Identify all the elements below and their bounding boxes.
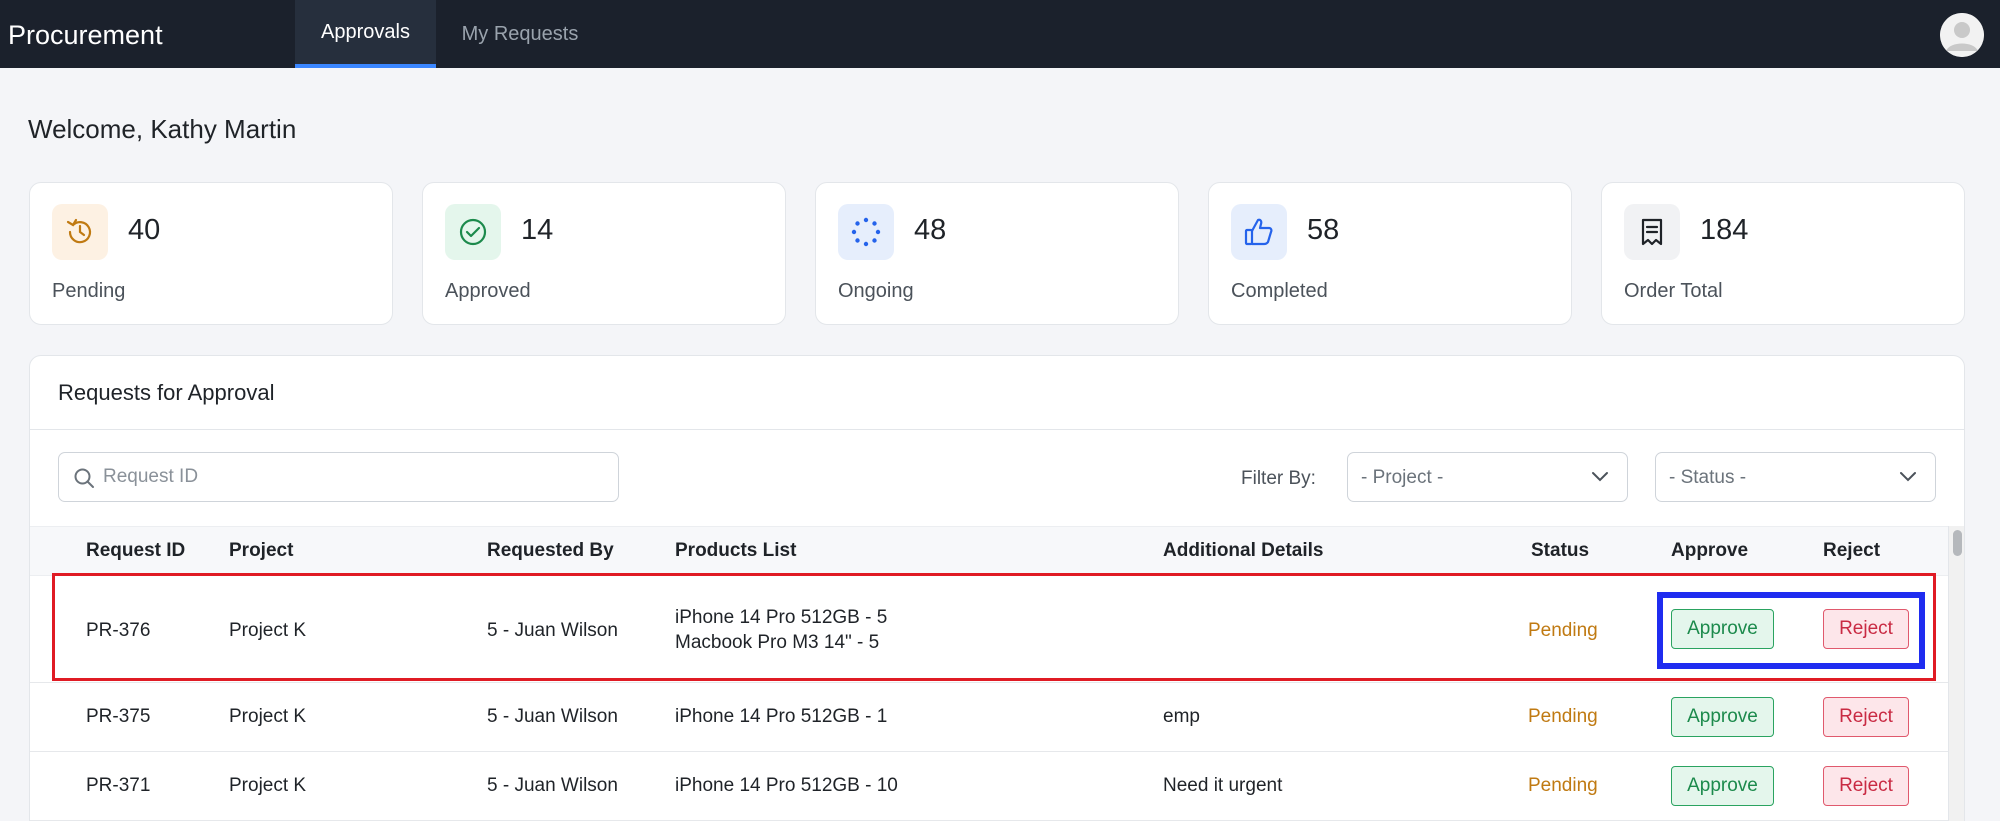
cell-request-id: PR-375 (86, 706, 151, 727)
col-request-id[interactable]: Request ID (86, 540, 185, 562)
cell-project: Project K (229, 706, 307, 727)
stat-value: 58 (1307, 214, 1340, 246)
user-avatar-icon (1940, 13, 1984, 57)
project-select-value: - Project - (1361, 467, 1444, 488)
filter-label: Filter By: (1241, 468, 1316, 489)
table-row[interactable]: PR-375 Project K 5 - Juan Wilson iPhone … (30, 683, 1948, 752)
thumbs-up-icon (1231, 204, 1287, 260)
cell-request-id: PR-371 (86, 775, 151, 796)
stat-label: Order Total (1624, 280, 1723, 302)
panel-divider (30, 429, 1964, 430)
cell-status: Pending (1528, 775, 1598, 796)
cell-product: iPhone 14 Pro 512GB - 1 (675, 706, 888, 727)
table-row[interactable]: PR-371 Project K 5 - Juan Wilson iPhone … (30, 752, 1948, 821)
cell-additional-details: emp (1163, 706, 1200, 727)
status-select-value: - Status - (1669, 467, 1747, 488)
avatar[interactable] (1940, 13, 1984, 57)
stat-value: 14 (521, 214, 554, 246)
loading-dots-icon (838, 204, 894, 260)
tab-approvals[interactable]: Approvals (295, 0, 436, 68)
cell-requested-by: 5 - Juan Wilson (487, 775, 618, 796)
stat-card-ongoing: 48 Ongoing (815, 182, 1179, 325)
cell-additional-details: Need it urgent (1163, 775, 1283, 796)
receipt-icon (1624, 204, 1680, 260)
cell-product: iPhone 14 Pro 512GB - 10 (675, 775, 898, 796)
action-highlight-box (1657, 592, 1925, 669)
scrollbar-thumb[interactable] (1953, 530, 1962, 556)
stat-label: Pending (52, 280, 126, 302)
col-status[interactable]: Status (1531, 540, 1589, 562)
history-icon (52, 204, 108, 260)
reject-button[interactable]: Reject (1823, 766, 1909, 806)
chevron-down-icon (1592, 472, 1608, 482)
stat-card-pending: 40 Pending (29, 182, 393, 325)
stat-value: 48 (914, 214, 947, 246)
stat-card-completed: 58 Completed (1208, 182, 1572, 325)
stat-value: 40 (128, 214, 161, 246)
approve-button[interactable]: Approve (1671, 697, 1774, 737)
col-additional-details[interactable]: Additional Details (1163, 540, 1323, 562)
check-circle-icon (445, 204, 501, 260)
chevron-down-icon (1900, 472, 1916, 482)
col-project[interactable]: Project (229, 540, 293, 562)
status-select[interactable]: - Status - (1655, 452, 1936, 502)
search-icon (74, 468, 94, 488)
col-approve[interactable]: Approve (1671, 540, 1748, 562)
stat-label: Ongoing (838, 280, 914, 302)
table-header: Request ID Project Requested By Products… (30, 526, 1948, 576)
stat-card-order-total: 184 Order Total (1601, 182, 1965, 325)
welcome-heading: Welcome, Kathy Martin (28, 114, 297, 144)
row-highlight-box (52, 573, 1936, 681)
top-nav: Procurement Approvals My Requests (0, 0, 2000, 68)
project-select[interactable]: - Project - (1347, 452, 1628, 502)
stat-label: Completed (1231, 280, 1328, 302)
stat-card-approved: 14 Approved (422, 182, 786, 325)
panel-title: Requests for Approval (58, 380, 275, 405)
cell-requested-by: 5 - Juan Wilson (487, 706, 618, 727)
col-requested-by[interactable]: Requested By (487, 540, 614, 562)
table-scrollbar[interactable] (1948, 526, 1964, 821)
col-reject[interactable]: Reject (1823, 540, 1880, 562)
stat-label: Approved (445, 280, 531, 302)
search-input[interactable] (103, 462, 603, 492)
reject-button[interactable]: Reject (1823, 697, 1909, 737)
stat-value: 184 (1700, 214, 1749, 246)
search-box[interactable] (58, 452, 619, 502)
tab-my-requests[interactable]: My Requests (436, 0, 604, 68)
cell-project: Project K (229, 775, 307, 796)
app-brand: Procurement (8, 20, 163, 50)
cell-status: Pending (1528, 706, 1598, 727)
col-products-list[interactable]: Products List (675, 540, 796, 562)
approve-button[interactable]: Approve (1671, 766, 1774, 806)
